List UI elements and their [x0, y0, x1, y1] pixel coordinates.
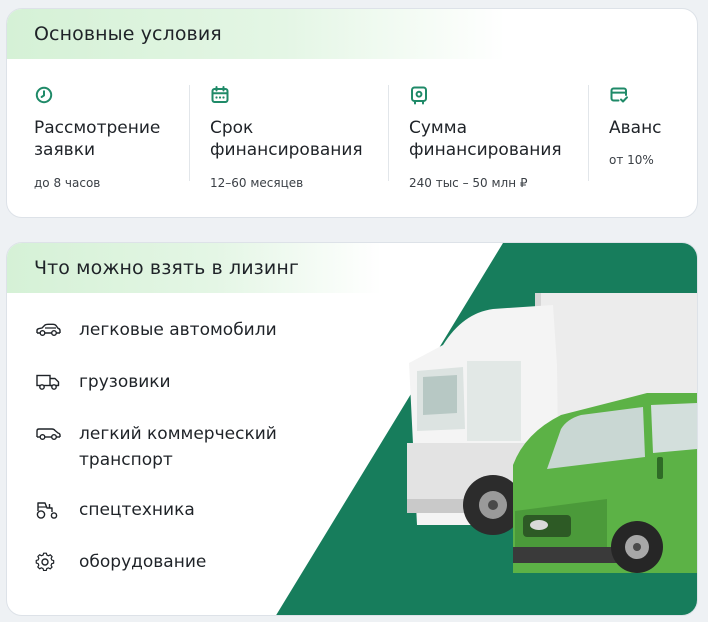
condition-review: Рассмотрение заявки до 8 часов — [34, 85, 184, 190]
list-item-equipment: оборудование — [34, 549, 206, 575]
list-item-trucks: грузовики — [34, 369, 171, 395]
main-conditions-header: Основные условия — [7, 9, 697, 59]
conditions-list: Рассмотрение заявки до 8 часов Срок фина… — [7, 85, 697, 190]
condition-review-value: до 8 часов — [34, 176, 101, 190]
clock-icon — [35, 86, 53, 104]
list-item-label: оборудование — [79, 552, 207, 572]
divider — [189, 85, 190, 181]
list-item-label: спецтехника — [79, 500, 195, 520]
leasing-title: Что можно взять в лизинг — [34, 257, 299, 279]
list-item-label: легковые автомобили — [79, 320, 277, 340]
main-conditions-title: Основные условия — [34, 23, 222, 45]
condition-term-value: 12–60 месяцев — [210, 176, 304, 190]
safe-icon — [411, 86, 427, 105]
truck-icon — [36, 374, 60, 390]
card-check-icon — [610, 87, 628, 103]
condition-term: Срок финансирования 12–60 месяцев — [210, 85, 390, 190]
condition-advance: Аванс от 10% — [609, 85, 697, 185]
main-conditions-card: Основные условия Рассмотрение заявки до … — [6, 8, 698, 218]
car-icon — [36, 323, 61, 336]
leasing-header: Что можно взять в лизинг — [7, 243, 527, 293]
condition-amount-title: Сумма финансирования — [409, 118, 562, 160]
condition-advance-value: от 10% — [609, 153, 654, 167]
tractor-icon — [36, 502, 58, 519]
divider — [388, 85, 389, 181]
list-item-lcv: легкий коммерческий транспорт — [34, 421, 277, 473]
condition-term-title: Срок финансирования — [210, 118, 363, 160]
vehicles-illustration — [276, 243, 697, 615]
calendar-icon — [211, 86, 229, 103]
leasing-card: Что можно взять в лизинг легковые автомо… — [6, 242, 698, 616]
list-item-label: легкий коммерческий транспорт — [79, 424, 277, 470]
divider — [588, 85, 589, 181]
condition-advance-title: Аванс — [609, 118, 662, 138]
list-item-special-equipment: спецтехника — [34, 497, 195, 523]
condition-review-title: Рассмотрение заявки — [34, 118, 161, 160]
list-item-label: грузовики — [79, 372, 171, 392]
condition-amount: Сумма финансирования 240 тыс – 50 млн ₽ — [409, 85, 589, 190]
condition-amount-value: 240 тыс – 50 млн ₽ — [409, 176, 528, 190]
van-icon — [36, 428, 61, 440]
list-item-cars: легковые автомобили — [34, 317, 277, 343]
gear-icon — [35, 552, 55, 572]
